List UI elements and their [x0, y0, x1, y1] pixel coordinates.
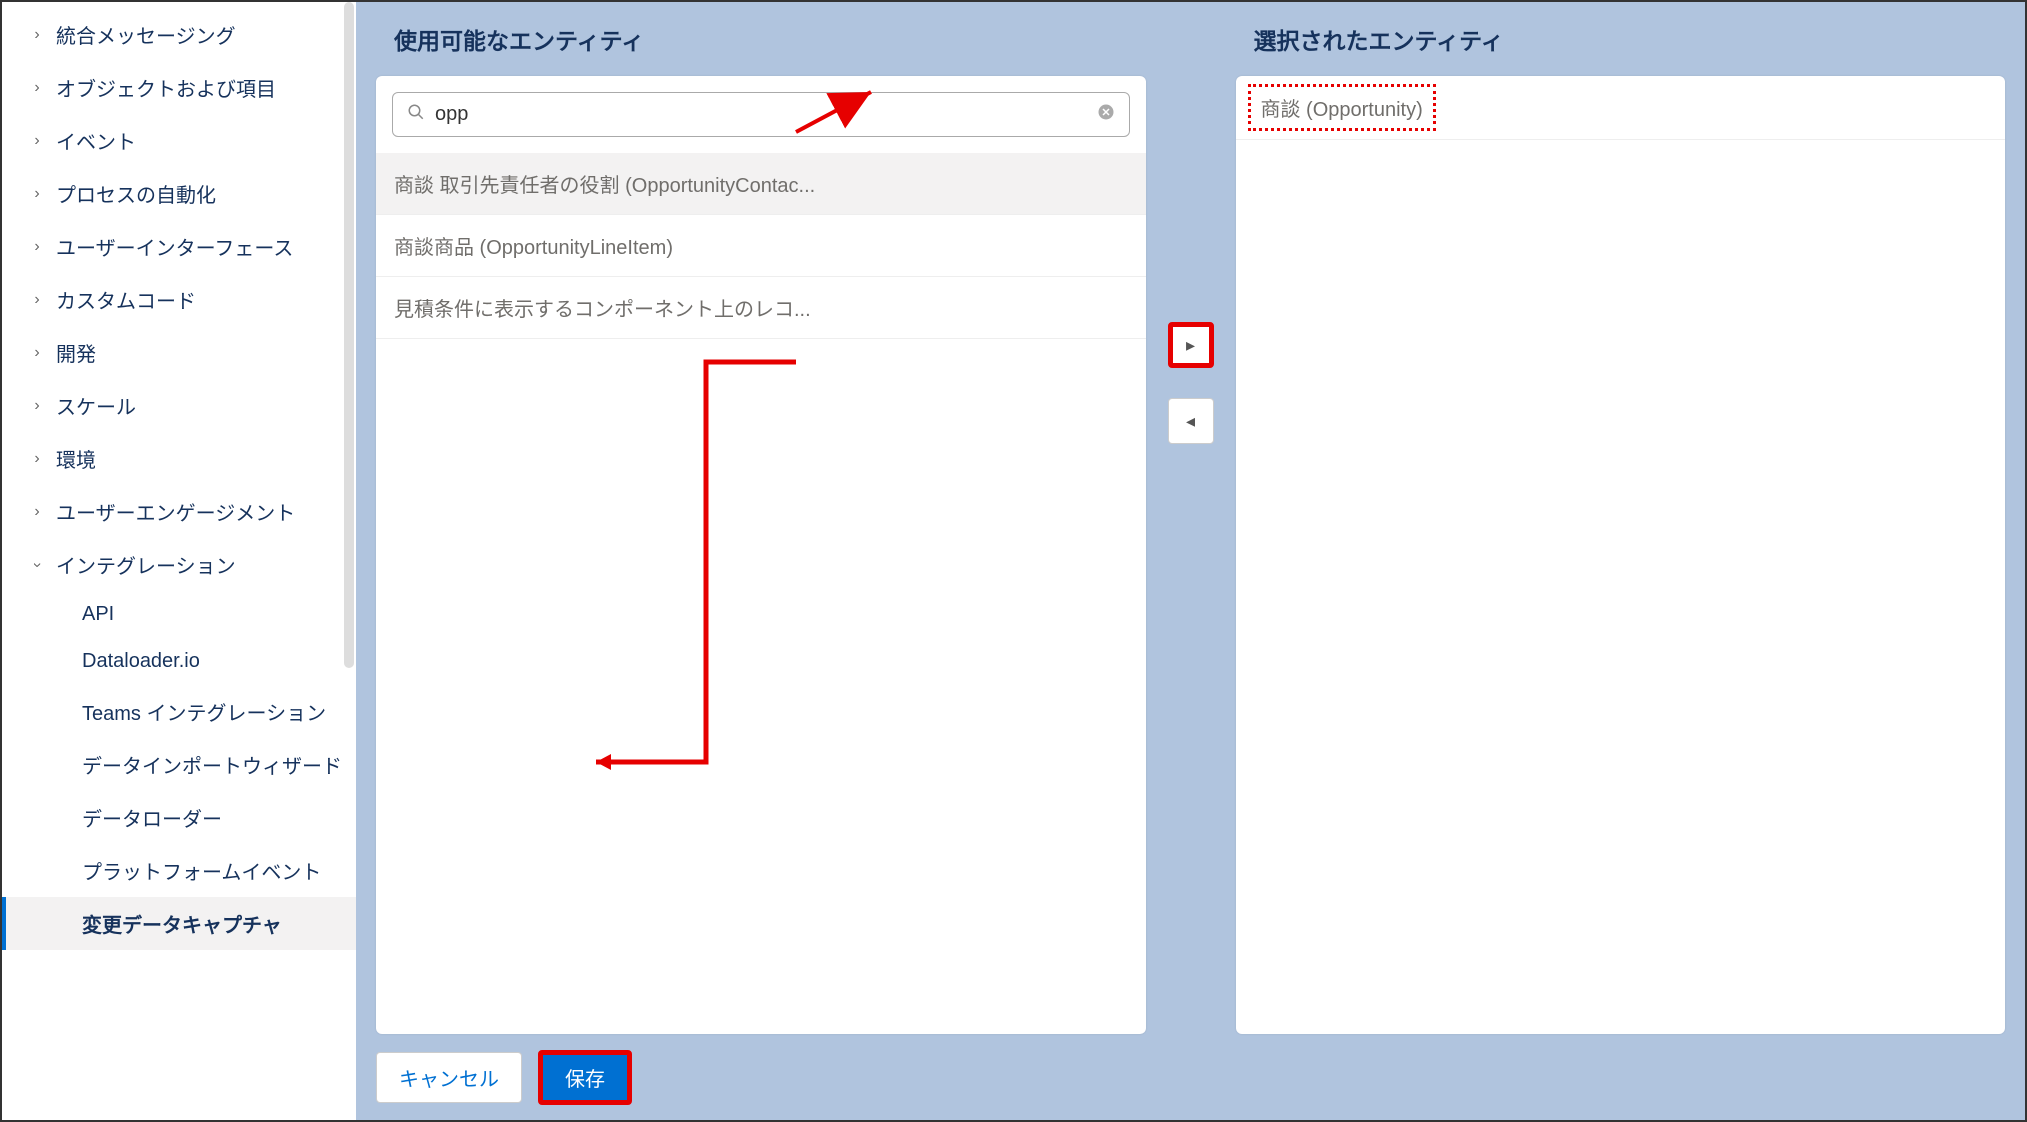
sidebar-label: イベント — [56, 126, 136, 155]
chevron-left-icon: ◂ — [1186, 411, 1195, 432]
clear-icon[interactable] — [1097, 103, 1115, 126]
sidebar-label: カスタムコード — [56, 285, 196, 314]
sidebar-item-env[interactable]: › 環境 — [2, 432, 356, 485]
selected-list: 商談 (Opportunity) — [1236, 76, 2006, 1034]
search-icon — [407, 103, 425, 126]
transfer-controls: ▸ ◂ — [1166, 22, 1216, 1034]
sidebar-label: インテグレーション — [56, 550, 236, 579]
sidebar-sub-teams[interactable]: Teams インテグレーション — [2, 685, 356, 738]
sidebar-label: ユーザーインターフェース — [56, 232, 293, 261]
sidebar-sub-dataloaderio[interactable]: Dataloader.io — [2, 638, 356, 685]
cancel-button[interactable]: キャンセル — [376, 1052, 522, 1103]
chevron-right-icon: › — [30, 293, 44, 307]
footer: キャンセル 保存 — [376, 1034, 2005, 1105]
chevron-right-icon: › — [30, 134, 44, 148]
sidebar-item-dev[interactable]: › 開発 — [2, 326, 356, 379]
available-column: 使用可能なエンティティ — [376, 22, 1146, 1034]
main-content: 使用可能なエンティティ — [356, 2, 2025, 1120]
sidebar-sub-import-wizard[interactable]: データインポートウィザード — [2, 738, 356, 791]
sidebar-sub-cdc[interactable]: 変更データキャプチャ — [2, 897, 356, 950]
sidebar-item-ui[interactable]: › ユーザーインターフェース — [2, 220, 356, 273]
chevron-down-icon: › — [30, 558, 44, 572]
sidebar-item-integration[interactable]: › インテグレーション — [2, 538, 356, 591]
selected-column: 選択されたエンティティ 商談 (Opportunity) — [1236, 22, 2006, 1034]
chevron-right-icon: › — [30, 452, 44, 466]
available-item[interactable]: 商談 取引先責任者の役割 (OpportunityContac... — [376, 153, 1146, 215]
chevron-right-icon: › — [30, 346, 44, 360]
sidebar-item-custom-code[interactable]: › カスタムコード — [2, 273, 356, 326]
sidebar-item-scale[interactable]: › スケール — [2, 379, 356, 432]
save-button[interactable]: 保存 — [538, 1050, 632, 1105]
chevron-right-icon: ▸ — [1186, 335, 1195, 356]
sidebar-label: スケール — [56, 391, 136, 420]
sidebar-item-events[interactable]: › イベント — [2, 114, 356, 167]
available-item[interactable]: 見積条件に表示するコンポーネント上のレコ... — [376, 277, 1146, 339]
selected-item[interactable]: 商談 (Opportunity) — [1248, 84, 1436, 131]
chevron-right-icon: › — [30, 505, 44, 519]
chevron-right-icon: › — [30, 81, 44, 95]
chevron-right-icon: › — [30, 187, 44, 201]
add-button[interactable]: ▸ — [1168, 322, 1214, 368]
sidebar-label: ユーザーエンゲージメント — [56, 497, 295, 526]
available-title: 使用可能なエンティティ — [394, 22, 1146, 56]
sidebar-sub-dataloader[interactable]: データローダー — [2, 791, 356, 844]
sidebar-label: 統合メッセージング — [56, 20, 236, 49]
search-box[interactable] — [392, 92, 1130, 137]
remove-button[interactable]: ◂ — [1168, 398, 1214, 444]
available-list: 商談 取引先責任者の役割 (OpportunityContac... 商談商品 … — [376, 153, 1146, 1034]
sidebar-item-messaging[interactable]: › 統合メッセージング — [2, 8, 356, 61]
sidebar-label: オブジェクトおよび項目 — [56, 73, 276, 102]
sidebar-label: プロセスの自動化 — [56, 179, 216, 208]
sidebar-label: 環境 — [56, 444, 96, 473]
chevron-right-icon: › — [30, 28, 44, 42]
sidebar-item-process[interactable]: › プロセスの自動化 — [2, 167, 356, 220]
available-item[interactable]: 商談商品 (OpportunityLineItem) — [376, 215, 1146, 277]
chevron-right-icon: › — [30, 399, 44, 413]
available-panel: 商談 取引先責任者の役割 (OpportunityContac... 商談商品 … — [376, 76, 1146, 1034]
selected-title: 選択されたエンティティ — [1254, 22, 2006, 56]
sidebar-sub-api[interactable]: API — [2, 591, 356, 638]
selected-panel: 商談 (Opportunity) — [1236, 76, 2006, 1034]
scrollbar[interactable] — [344, 2, 354, 668]
chevron-right-icon: › — [30, 240, 44, 254]
search-input[interactable] — [435, 103, 1087, 126]
sidebar: ›統合メッセージング ›オブジェクトおよび項目 ›イベント ›プロセスの自動化 … — [2, 2, 356, 1120]
sidebar-sub-platform-event[interactable]: プラットフォームイベント — [2, 844, 356, 897]
sidebar-item-engagement[interactable]: › ユーザーエンゲージメント — [2, 485, 356, 538]
sidebar-item-objects[interactable]: › オブジェクトおよび項目 — [2, 61, 356, 114]
sidebar-label: 開発 — [56, 338, 96, 367]
